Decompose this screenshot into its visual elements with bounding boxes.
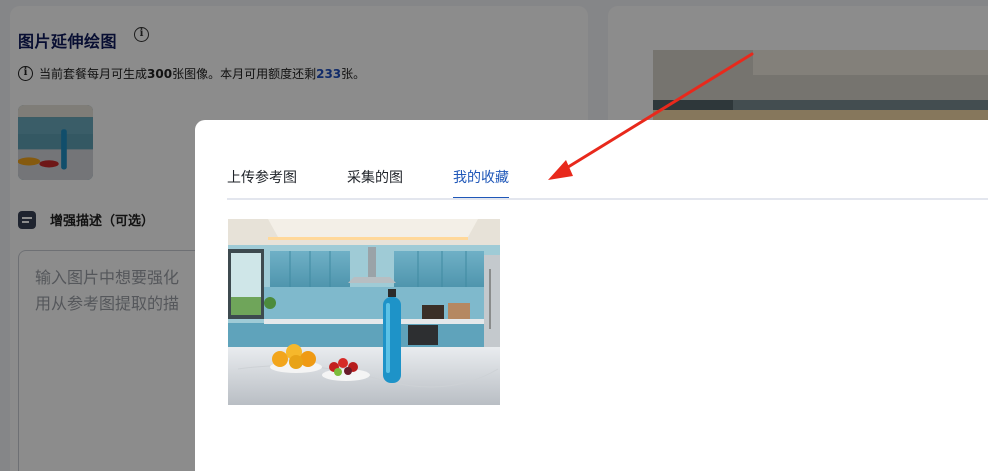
arrow-annotation xyxy=(548,52,754,180)
